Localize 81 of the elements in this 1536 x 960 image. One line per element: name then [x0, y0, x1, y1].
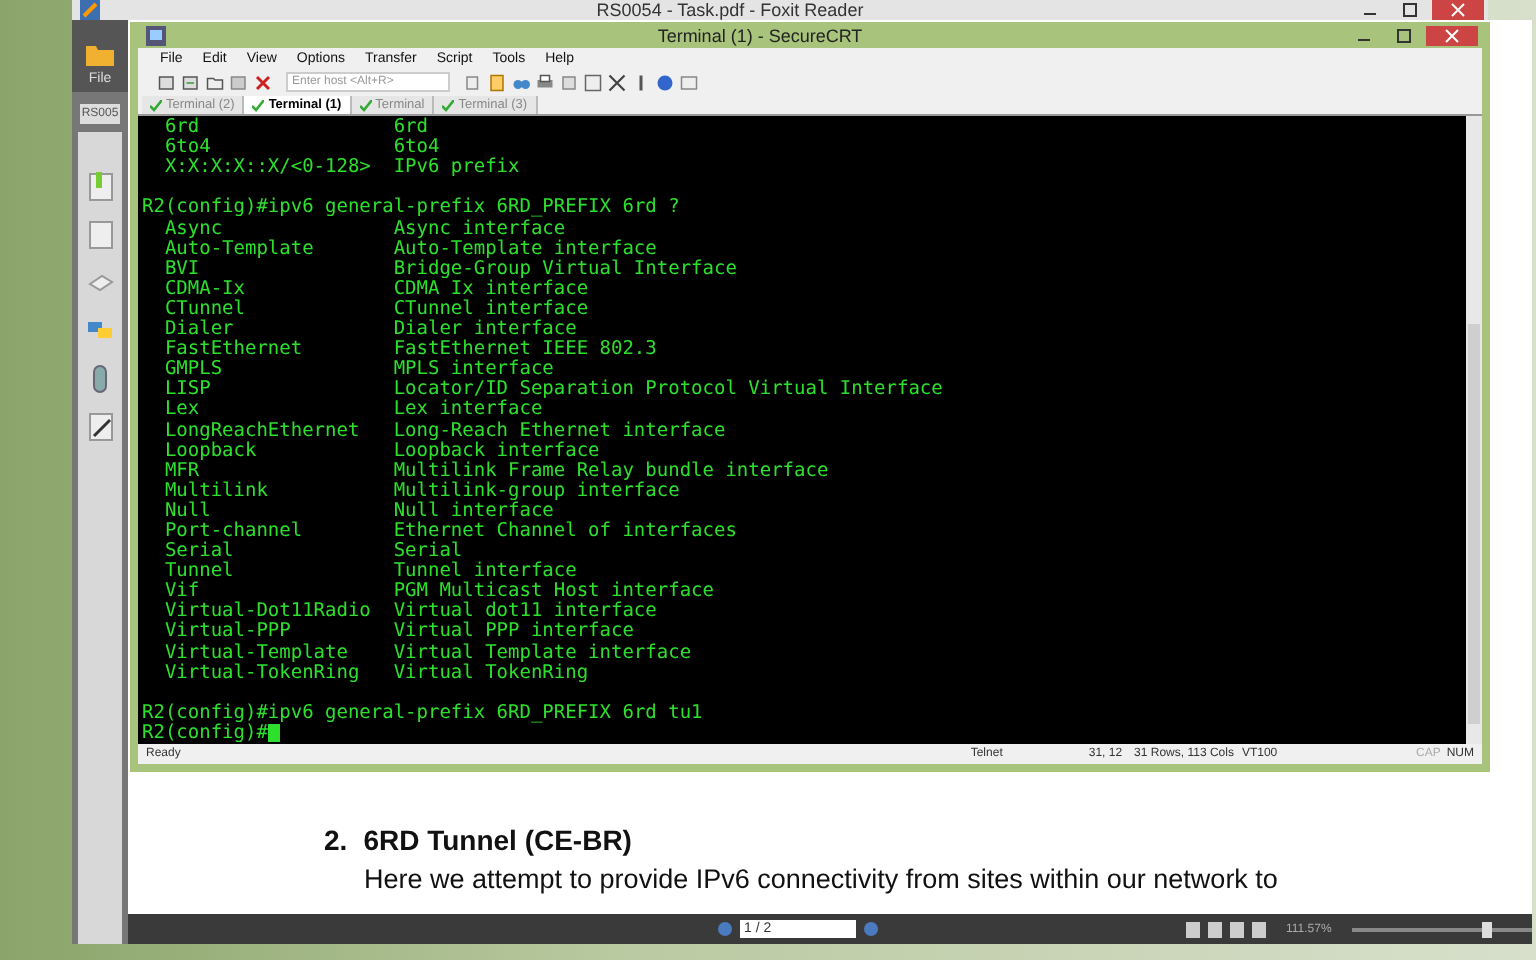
- terminal-text: Port-channel: [162, 521, 305, 542]
- terminal-text: 6rd: [162, 118, 200, 139]
- terminal-text: Dialer interface: [393, 320, 577, 341]
- terminal-text: Multilink: [162, 481, 270, 502]
- terminal-text: LongReachEthernet: [162, 421, 362, 441]
- app-icon: [80, 0, 100, 20]
- disconnect-icon[interactable]: [254, 73, 272, 92]
- paragraph: Here we attempt to provide IPv6 connectivity from sites within our network to: [364, 864, 1280, 894]
- scrollbar[interactable]: [1466, 116, 1482, 744]
- terminal-text: 6to4: [393, 138, 440, 159]
- terminal-text: X:X:X:X::X/<0-128>: [162, 158, 373, 179]
- terminal-text: MPLS interface: [393, 360, 554, 381]
- terminal-text: Lex interface: [393, 400, 543, 421]
- terminal-text: Virtual TokenRing: [393, 663, 589, 684]
- scroll-thumb[interactable]: [1468, 324, 1480, 724]
- terminal-text: Auto-Template: [162, 239, 316, 260]
- close-icon: [1450, 2, 1466, 18]
- terminal-text: 6rd: [393, 118, 428, 139]
- terminal-text: Null: [162, 501, 211, 522]
- check-icon: [252, 99, 265, 112]
- check-icon: [150, 99, 162, 112]
- terminal-text: MFR: [162, 461, 200, 482]
- next-page-button[interactable]: [864, 922, 878, 936]
- app-icon: [146, 25, 166, 46]
- terminal-text: Multilink-group interface: [393, 481, 680, 502]
- terminal-text: Virtual-Dot11Radio: [162, 602, 373, 623]
- folder-icon[interactable]: [206, 73, 224, 92]
- print-icon[interactable]: [536, 73, 554, 92]
- terminal-text: FastEthernet: [162, 340, 305, 361]
- terminal-text: Virtual Template interface: [393, 643, 692, 664]
- terminal-text: Async: [162, 219, 223, 240]
- terminal-text: PGM Multicast Host interface: [393, 582, 714, 603]
- terminal-text: Multilink Frame Relay bundle interface: [393, 461, 829, 482]
- first-page-button[interactable]: [718, 922, 732, 936]
- terminal-text: Long-Reach Ethernet interface: [393, 421, 726, 441]
- terminal-text: CTunnel interface: [393, 299, 589, 320]
- terminal-text: Ethernet Channel of interfaces: [393, 521, 737, 542]
- window-title: Terminal (1) - SecureCRT: [655, 25, 865, 46]
- slider-thumb[interactable]: [1482, 921, 1493, 937]
- terminal-text: Virtual PPP interface: [393, 622, 634, 643]
- close-button[interactable]: [1426, 25, 1478, 46]
- terminal-text: Dialer: [162, 320, 234, 341]
- terminal-text: CDMA Ix interface: [393, 279, 589, 300]
- section-heading: 6RD Tunnel (CE-BR): [363, 824, 632, 856]
- terminal-text: Async interface: [393, 219, 566, 240]
- terminal-prompt: R2(config)#ipv6 general-prefix 6RD_PREFIX 6rd ?: [142, 198, 680, 219]
- terminal-text: Null interface: [393, 501, 554, 522]
- terminal-text: Auto-Template interface: [393, 239, 657, 260]
- terminal-text: Virtual-PPP: [162, 622, 293, 643]
- terminal-text: Loopback interface: [393, 441, 600, 462]
- terminal-text: 6to4: [162, 138, 211, 159]
- terminal-text: BVI: [162, 259, 200, 280]
- terminal-text: Serial: [393, 542, 463, 563]
- list-number: 2.: [324, 824, 348, 856]
- terminal-text: LISP: [162, 380, 213, 401]
- terminal-text: Bridge-Group Virtual Interface: [393, 259, 737, 280]
- terminal-text: Vif: [162, 582, 200, 603]
- terminal-text: CDMA-Ix: [162, 279, 247, 300]
- terminal-text: Tunnel interface: [393, 562, 577, 583]
- terminal-prompt: R2(config)#: [142, 723, 268, 744]
- terminal-text: Locator/ID Separation Protocol Virtual Interface: [393, 380, 943, 401]
- signature-icon[interactable]: [87, 412, 113, 442]
- check-icon: [359, 99, 372, 112]
- terminal-text: CTunnel: [162, 299, 247, 320]
- paste-icon[interactable]: [488, 73, 506, 92]
- terminal-text: Serial: [162, 542, 236, 563]
- terminal-text: Virtual-TokenRing: [162, 663, 362, 684]
- window-title: RS0054 - Task.pdf - Foxit Reader: [594, 0, 866, 20]
- terminal-text: FastEthernet IEEE 802.3: [393, 340, 657, 361]
- terminal-text: Virtual dot11 interface: [393, 602, 657, 623]
- terminal-text: Tunnel: [162, 562, 236, 583]
- folder-icon: [86, 44, 114, 66]
- terminal-text: Lex: [162, 400, 202, 421]
- terminal-text: Virtual-Template: [162, 643, 348, 664]
- close-button[interactable]: [1432, 0, 1484, 20]
- terminal-text: GMPLS: [162, 360, 225, 381]
- close-icon: [1444, 27, 1460, 44]
- terminal-prompt: R2(config)#ipv6 general-prefix 6RD_PREFIX 6rd tu1: [142, 703, 703, 724]
- terminal-text: IPv6 prefix: [393, 158, 520, 179]
- check-icon: [442, 99, 455, 112]
- terminal-text: Loopback: [162, 441, 257, 462]
